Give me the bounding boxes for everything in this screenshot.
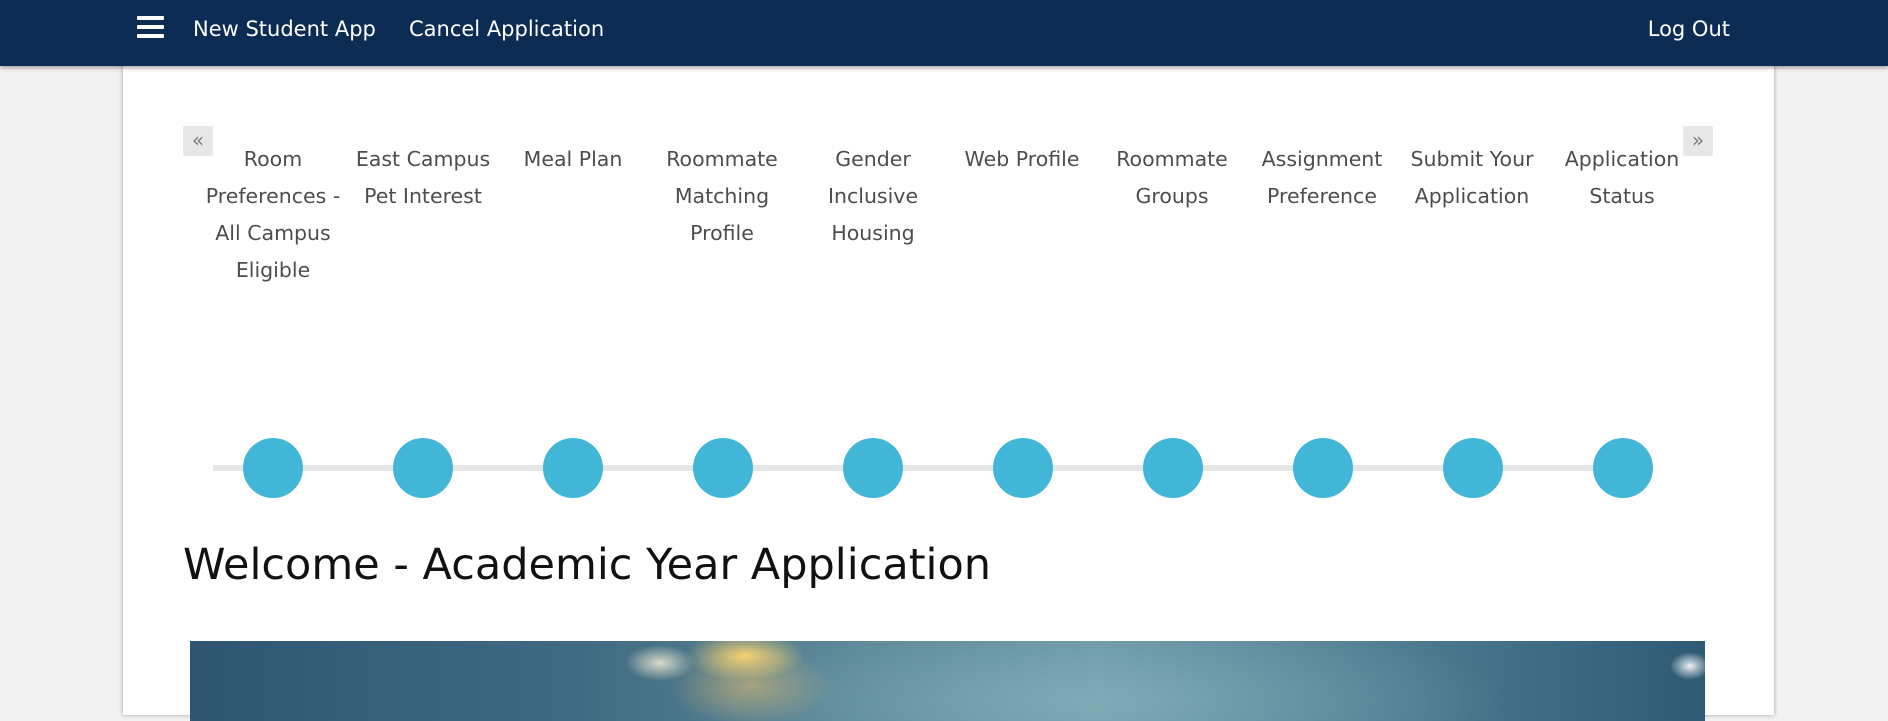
step-dot-10[interactable] bbox=[1593, 438, 1653, 498]
top-navbar: New Student App Cancel Application Log O… bbox=[0, 0, 1888, 66]
log-out-link[interactable]: Log Out bbox=[1648, 16, 1730, 42]
step-dot-1[interactable] bbox=[243, 438, 303, 498]
step-dot-9[interactable] bbox=[1443, 438, 1503, 498]
page-title: Welcome - Academic Year Application bbox=[183, 540, 992, 590]
step-label-meal-plan[interactable]: Meal Plan bbox=[504, 141, 642, 178]
step-label-roommate-groups[interactable]: Roommate Groups bbox=[1103, 141, 1241, 215]
step-label-web-profile[interactable]: Web Profile bbox=[953, 141, 1091, 178]
step-label-submit-your-application[interactable]: Submit Your Application bbox=[1403, 141, 1541, 215]
step-label-application-status[interactable]: Application Status bbox=[1553, 141, 1691, 215]
step-dot-2[interactable] bbox=[393, 438, 453, 498]
step-dot-8[interactable] bbox=[1293, 438, 1353, 498]
step-label-room-preferences[interactable]: Room Preferences - All Campus Eligible bbox=[204, 141, 342, 289]
step-label-roommate-matching-profile[interactable]: Roommate Matching Profile bbox=[653, 141, 791, 252]
cancel-application-link[interactable]: Cancel Application bbox=[409, 16, 604, 42]
step-label-east-campus-pet-interest[interactable]: East Campus Pet Interest bbox=[354, 141, 492, 215]
new-student-app-link[interactable]: New Student App bbox=[193, 16, 376, 42]
hamburger-menu-icon[interactable] bbox=[137, 16, 165, 40]
banner-image bbox=[190, 641, 1705, 721]
step-dot-4[interactable] bbox=[693, 438, 753, 498]
step-label-gender-inclusive-housing[interactable]: Gender Inclusive Housing bbox=[804, 141, 942, 252]
step-dot-6[interactable] bbox=[993, 438, 1053, 498]
step-dot-5[interactable] bbox=[843, 438, 903, 498]
step-label-assignment-preference[interactable]: Assignment Preference bbox=[1253, 141, 1391, 215]
step-dot-7[interactable] bbox=[1143, 438, 1203, 498]
step-dot-3[interactable] bbox=[543, 438, 603, 498]
